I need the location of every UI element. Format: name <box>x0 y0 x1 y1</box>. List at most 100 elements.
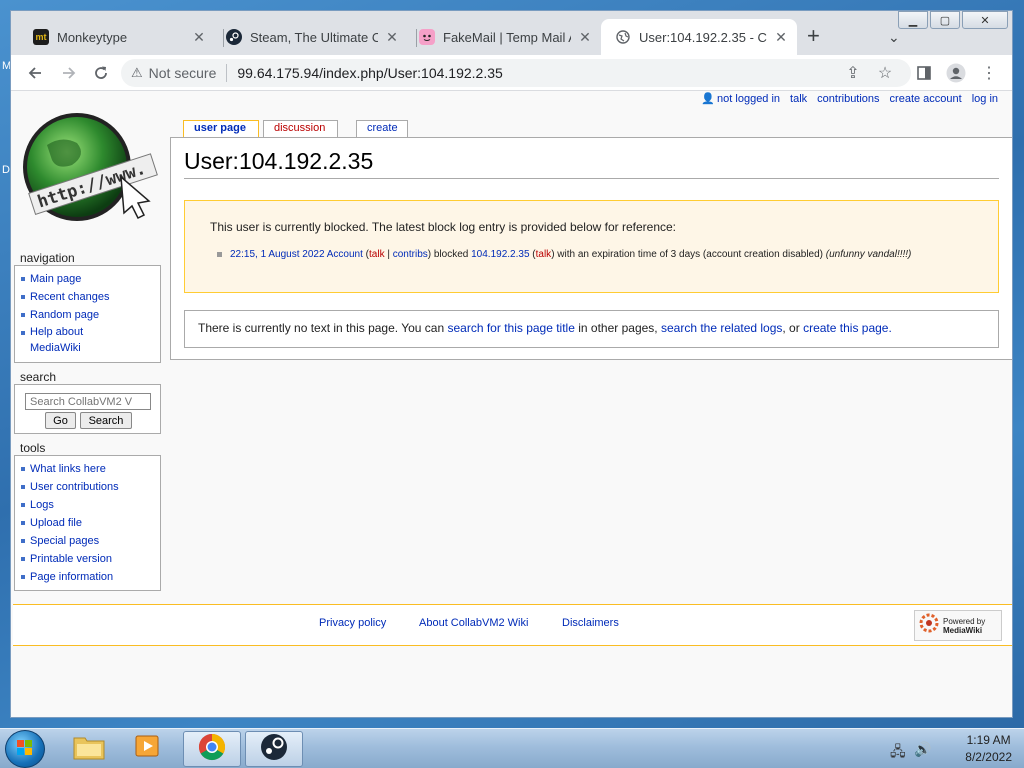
blocked-user-link[interactable]: 104.192.2.35 <box>471 249 529 260</box>
about-link[interactable]: About CollabVM2 Wiki <box>419 617 528 629</box>
close-tab-icon[interactable]: ✕ <box>773 29 789 46</box>
taskbar-media-player[interactable] <box>120 731 178 767</box>
close-tab-icon[interactable]: ✕ <box>577 29 593 46</box>
monkeytype-icon: mt <box>33 29 49 45</box>
volume-icon[interactable]: 🔊 <box>914 741 931 758</box>
network-icon[interactable]: 🖧 <box>890 741 906 765</box>
media-player-icon <box>134 733 164 766</box>
contributions-link[interactable]: contributions <box>817 93 879 105</box>
block-time-link[interactable]: 22:15, 1 August 2022 <box>230 249 325 260</box>
search-input[interactable] <box>25 393 151 410</box>
search-heading: search <box>20 370 57 384</box>
sidebar-item-main-page[interactable]: Main page <box>21 270 160 288</box>
share-icon[interactable]: ⇪ <box>843 63 863 83</box>
sidebar-item-random-page[interactable]: Random page <box>21 306 160 324</box>
close-tab-icon[interactable]: ✕ <box>191 29 207 46</box>
tab-title: Steam, The Ultimate On <box>250 29 378 45</box>
desktop-icon-label-edge[interactable]: D <box>2 164 10 176</box>
blocker-contribs-link[interactable]: contribs <box>393 249 428 260</box>
blocker-talk-link[interactable]: talk <box>369 249 385 260</box>
tab-fakemail[interactable]: FakeMail | Temp Mail Ad ✕ <box>405 19 601 55</box>
start-button[interactable] <box>5 730 45 768</box>
go-button[interactable]: Go <box>45 412 76 429</box>
browser-toolbar: ⚠ Not secure 99.64.175.94/index.php/User… <box>11 55 1012 91</box>
profile-avatar-icon[interactable] <box>946 63 966 83</box>
notext-prefix: There is currently no text in this page.… <box>198 321 445 335</box>
sidebar-item-upload-file[interactable]: Upload file <box>21 514 160 532</box>
notext-mid: , or <box>782 321 800 335</box>
separator: | <box>387 249 390 260</box>
address-bar[interactable]: ⚠ Not secure 99.64.175.94/index.php/User… <box>121 59 911 87</box>
tab-title: Monkeytype <box>57 29 128 45</box>
sidebar-item-what-links-here[interactable]: What links here <box>21 460 160 478</box>
url-text[interactable]: 99.64.175.94/index.php/User:104.192.2.35 <box>237 65 502 81</box>
block-message: This user is currently blocked. The late… <box>210 220 676 234</box>
create-page-link[interactable]: create this page <box>803 321 888 335</box>
page-title: User:104.192.2.35 <box>184 148 999 179</box>
tab-monkeytype[interactable]: mt Monkeytype ✕ <box>19 19 215 55</box>
wiki-logo[interactable]: http://www. <box>17 105 159 235</box>
search-button[interactable]: Search <box>80 412 132 429</box>
chrome-icon <box>197 732 227 767</box>
create-account-link[interactable]: create account <box>890 93 962 105</box>
bookmark-star-icon[interactable]: ☆ <box>875 63 895 83</box>
powered-by-mediawiki-badge[interactable]: Powered by MediaWiki <box>914 610 1002 641</box>
sidebar-item-label[interactable]: Printable version <box>30 553 112 565</box>
privacy-policy-link[interactable]: Privacy policy <box>319 617 386 629</box>
sidebar-item-label[interactable]: Main page <box>30 273 81 285</box>
side-panel-icon[interactable] <box>914 63 934 83</box>
disclaimers-link[interactable]: Disclaimers <box>562 617 619 629</box>
tab-create[interactable]: create <box>356 120 408 137</box>
tab-discussion[interactable]: discussion <box>263 120 338 137</box>
talk-link[interactable]: talk <box>790 93 807 105</box>
block-action: blocked <box>433 249 469 260</box>
security-status[interactable]: Not secure <box>149 65 217 81</box>
personal-tools: 👤 not logged in talk contributions creat… <box>701 92 998 106</box>
tab-wiki-user[interactable]: User:104.192.2.35 - Colla ✕ <box>601 19 797 55</box>
page-viewport: 👤 not logged in talk contributions creat… <box>11 91 1012 717</box>
folder-icon <box>73 734 105 765</box>
tab-user-page[interactable]: user page <box>183 120 259 138</box>
kebab-menu-icon[interactable]: ⋮ <box>979 63 999 83</box>
block-notice: This user is currently blocked. The late… <box>184 200 999 293</box>
sidebar-item-label[interactable]: Help about MediaWiki <box>30 324 115 356</box>
sidebar-item-special-pages[interactable]: Special pages <box>21 532 160 550</box>
sidebar-item-label[interactable]: User contributions <box>30 481 119 493</box>
warning-triangle-icon[interactable]: ⚠ <box>131 65 143 81</box>
clock-time: 1:19 AM <box>966 733 1011 747</box>
back-arrow-icon[interactable] <box>23 61 47 85</box>
sidebar-item-label[interactable]: What links here <box>30 463 106 475</box>
new-tab-plus-icon[interactable]: + <box>807 23 820 49</box>
tab-steam[interactable]: Steam, The Ultimate On ✕ <box>212 19 408 55</box>
sidebar-item-printable-version[interactable]: Printable version <box>21 550 160 568</box>
sidebar-item-label[interactable]: Random page <box>30 309 99 321</box>
sidebar-item-label[interactable]: Upload file <box>30 517 82 529</box>
notext-mid: in other pages, <box>578 321 658 335</box>
tab-search-chevron-icon[interactable]: ⌄ <box>888 29 900 46</box>
system-clock[interactable]: 1:19 AM 8/2/2022 <box>965 732 1012 766</box>
search-logs-link[interactable]: search the related logs <box>661 321 782 335</box>
sidebar-item-user-contributions[interactable]: User contributions <box>21 478 160 496</box>
sidebar-item-help[interactable]: Help about MediaWiki <box>21 324 115 356</box>
sidebar-item-label[interactable]: Recent changes <box>30 291 110 303</box>
sidebar-item-logs[interactable]: Logs <box>21 496 160 514</box>
login-link[interactable]: log in <box>972 93 998 105</box>
sidebar-item-label[interactable]: Page information <box>30 571 113 583</box>
reload-icon[interactable] <box>89 61 113 85</box>
taskbar-chrome[interactable] <box>183 731 241 767</box>
search-title-link[interactable]: search for this page title <box>448 321 575 335</box>
sidebar-item-label[interactable]: Logs <box>30 499 54 511</box>
sidebar-item-page-information[interactable]: Page information <box>21 568 160 586</box>
blocked-user-talk-link[interactable]: talk <box>536 249 552 260</box>
sidebar-item-recent-changes[interactable]: Recent changes <box>21 288 160 306</box>
navigation-heading: navigation <box>20 251 75 265</box>
forward-arrow-icon[interactable] <box>57 61 81 85</box>
blocker-link[interactable]: Account <box>327 249 363 260</box>
taskbar-steam[interactable] <box>245 731 303 767</box>
close-tab-icon[interactable]: ✕ <box>384 29 400 46</box>
taskbar-explorer[interactable] <box>60 731 118 767</box>
sidebar-item-label[interactable]: Special pages <box>30 535 99 547</box>
footer: Privacy policy About CollabVM2 Wiki Disc… <box>13 604 1012 646</box>
no-text-notice: There is currently no text in this page.… <box>184 310 999 348</box>
block-reason: (unfunny vandal!!!!) <box>825 249 912 260</box>
